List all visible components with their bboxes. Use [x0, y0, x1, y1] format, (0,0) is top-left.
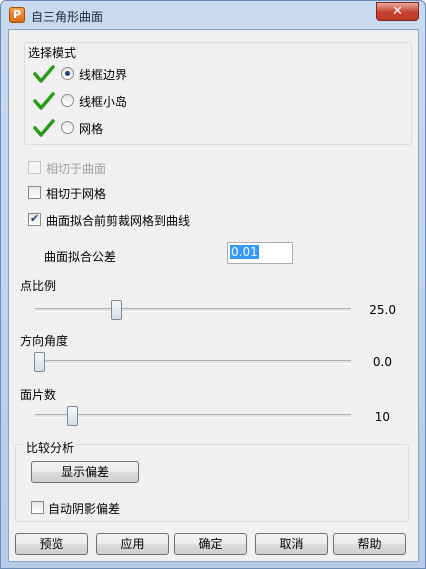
point-ratio-value: 25.0	[369, 303, 396, 317]
ok-button[interactable]: 确定	[174, 533, 247, 555]
apply-button[interactable]: 应用	[96, 533, 169, 555]
tangent-mesh-label: 相切于网格	[46, 187, 107, 201]
direction-angle-slider-track[interactable]	[35, 360, 351, 364]
close-button[interactable]: ✕	[376, 2, 419, 21]
point-ratio-label: 点比例	[20, 279, 57, 293]
dialog-window: P 自三角形曲面 ✕ 选择模式 线框边界 线框小岛 网格 相切于曲面 相切于网格…	[0, 0, 426, 569]
radio-label-wireframe-boundary: 线框边界	[79, 68, 128, 82]
direction-angle-label: 方向角度	[20, 334, 69, 348]
trim-mesh-checkbox[interactable]	[28, 212, 41, 226]
radio-mesh[interactable]	[61, 121, 74, 134]
point-ratio-slider-track[interactable]	[35, 308, 351, 312]
dialog-body: 选择模式 线框边界 线框小岛 网格 相切于曲面 相切于网格 ✔ 曲面拟合前剪裁网…	[8, 29, 419, 562]
mode-option-wireframe-boundary[interactable]: 线框边界	[33, 64, 233, 83]
patch-count-slider-thumb[interactable]	[67, 406, 78, 426]
help-button[interactable]: 帮助	[333, 533, 406, 555]
radio-label-mesh: 网格	[79, 122, 104, 136]
green-check-icon	[33, 119, 55, 137]
tolerance-label: 曲面拟合公差	[44, 250, 117, 264]
direction-angle-slider-thumb[interactable]	[34, 352, 45, 372]
auto-shade-checkbox[interactable]	[31, 501, 44, 514]
title-bar[interactable]: P 自三角形曲面 ✕	[1, 1, 425, 29]
point-ratio-slider-thumb[interactable]	[111, 300, 122, 320]
cancel-button[interactable]: 取消	[255, 533, 328, 555]
compare-group: 比较分析 显示偏差 自动阴影偏差	[15, 439, 409, 522]
tangent-surface-label: 相切于曲面	[46, 162, 107, 176]
tolerance-value: 0.01	[230, 245, 259, 259]
patch-count-value: 10	[374, 410, 390, 424]
radio-label-wireframe-island: 线框小岛	[79, 95, 128, 109]
green-check-icon	[33, 65, 55, 83]
patch-count-slider-track[interactable]	[35, 414, 351, 418]
auto-shade-label: 自动阴影偏差	[48, 502, 121, 516]
tangent-mesh-checkbox[interactable]	[28, 186, 41, 199]
compare-group-title: 比较分析	[24, 439, 77, 456]
mode-option-wireframe-island[interactable]: 线框小岛	[33, 91, 233, 110]
mode-group: 选择模式 线框边界 线框小岛 网格	[24, 42, 412, 145]
tangent-surface-checkbox[interactable]	[28, 161, 41, 174]
patch-count-label: 面片数	[20, 388, 57, 402]
radio-wireframe-island[interactable]	[61, 94, 74, 107]
mode-group-title: 选择模式	[28, 46, 77, 60]
window-title: 自三角形曲面	[31, 10, 104, 24]
radio-wireframe-boundary[interactable]	[61, 67, 74, 80]
green-check-icon	[33, 92, 55, 110]
tolerance-input[interactable]: 0.01	[227, 242, 293, 264]
preview-button[interactable]: 预览	[15, 533, 88, 555]
trim-mesh-label: 曲面拟合前剪裁网格到曲线	[46, 214, 191, 228]
mode-option-mesh[interactable]: 网格	[33, 118, 233, 137]
direction-angle-value: 0.0	[372, 355, 392, 369]
show-deviation-button[interactable]: 显示偏差	[31, 461, 139, 483]
app-icon: P	[9, 7, 25, 23]
